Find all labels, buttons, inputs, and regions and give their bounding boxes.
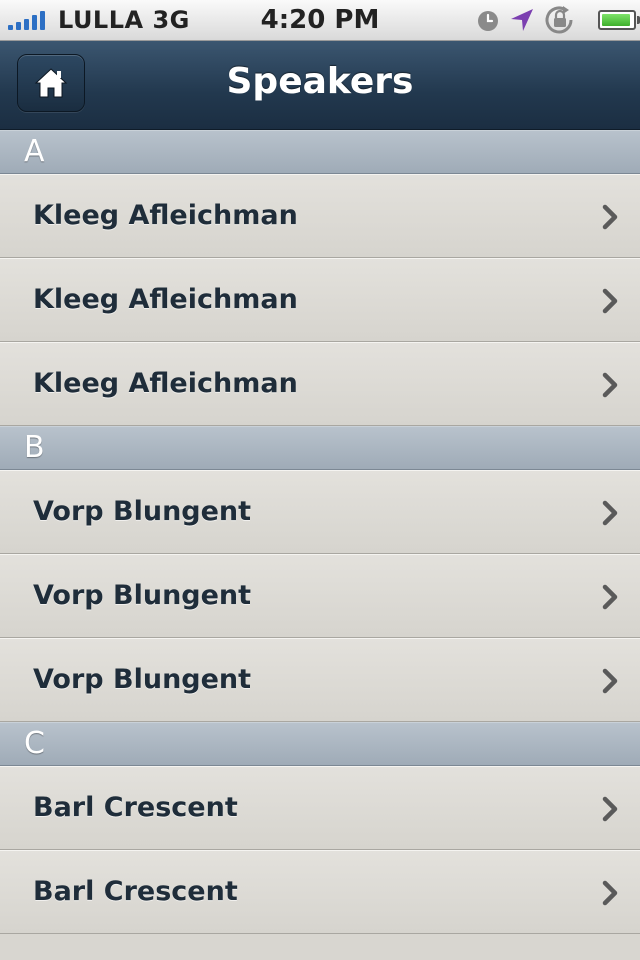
speaker-row[interactable]: Kleeg Afleichman [0, 174, 640, 258]
status-bar: LULLA 3G 4:20 PM [0, 0, 640, 41]
section-header-a: A [0, 130, 640, 174]
speaker-row[interactable]: Kleeg Afleichman [0, 342, 640, 426]
speaker-name: Kleeg Afleichman [33, 200, 298, 231]
speaker-row[interactable]: Vorp Blungent [0, 638, 640, 722]
chevron-right-icon [602, 372, 618, 398]
navigation-bar: Speakers [0, 41, 640, 130]
chevron-right-icon [602, 204, 618, 230]
location-arrow-icon [511, 9, 533, 31]
speaker-row[interactable]: Barl Crescent [0, 766, 640, 850]
speaker-name: Barl Crescent [33, 876, 238, 907]
carrier-label: LULLA 3G [58, 6, 190, 34]
battery-icon [598, 10, 640, 30]
section-header-c: C [0, 722, 640, 766]
alarm-clock-icon [478, 11, 498, 31]
speaker-row[interactable]: Barl Crescent [0, 850, 640, 934]
speaker-name: Barl Crescent [33, 792, 238, 823]
chevron-right-icon [602, 500, 618, 526]
chevron-right-icon [602, 668, 618, 694]
page-title: Speakers [226, 61, 414, 102]
orientation-lock-icon [545, 6, 573, 34]
speaker-row[interactable]: Kleeg Afleichman [0, 258, 640, 342]
chevron-right-icon [602, 584, 618, 610]
signal-icon [8, 10, 48, 30]
chevron-right-icon [602, 796, 618, 822]
speaker-name: Kleeg Afleichman [33, 368, 298, 399]
speaker-name: Kleeg Afleichman [33, 284, 298, 315]
speaker-name: Vorp Blungent [33, 664, 252, 695]
speaker-row[interactable]: Vorp Blungent [0, 554, 640, 638]
speaker-name: Vorp Blungent [33, 496, 252, 527]
speaker-row[interactable]: Vorp Blungent [0, 470, 640, 554]
speakers-list: A Kleeg Afleichman Kleeg Afleichman Kleeg A… [0, 130, 640, 934]
speaker-name: Vorp Blungent [33, 580, 252, 611]
chevron-right-icon [602, 288, 618, 314]
chevron-right-icon [602, 880, 618, 906]
section-header-b: B [0, 426, 640, 470]
